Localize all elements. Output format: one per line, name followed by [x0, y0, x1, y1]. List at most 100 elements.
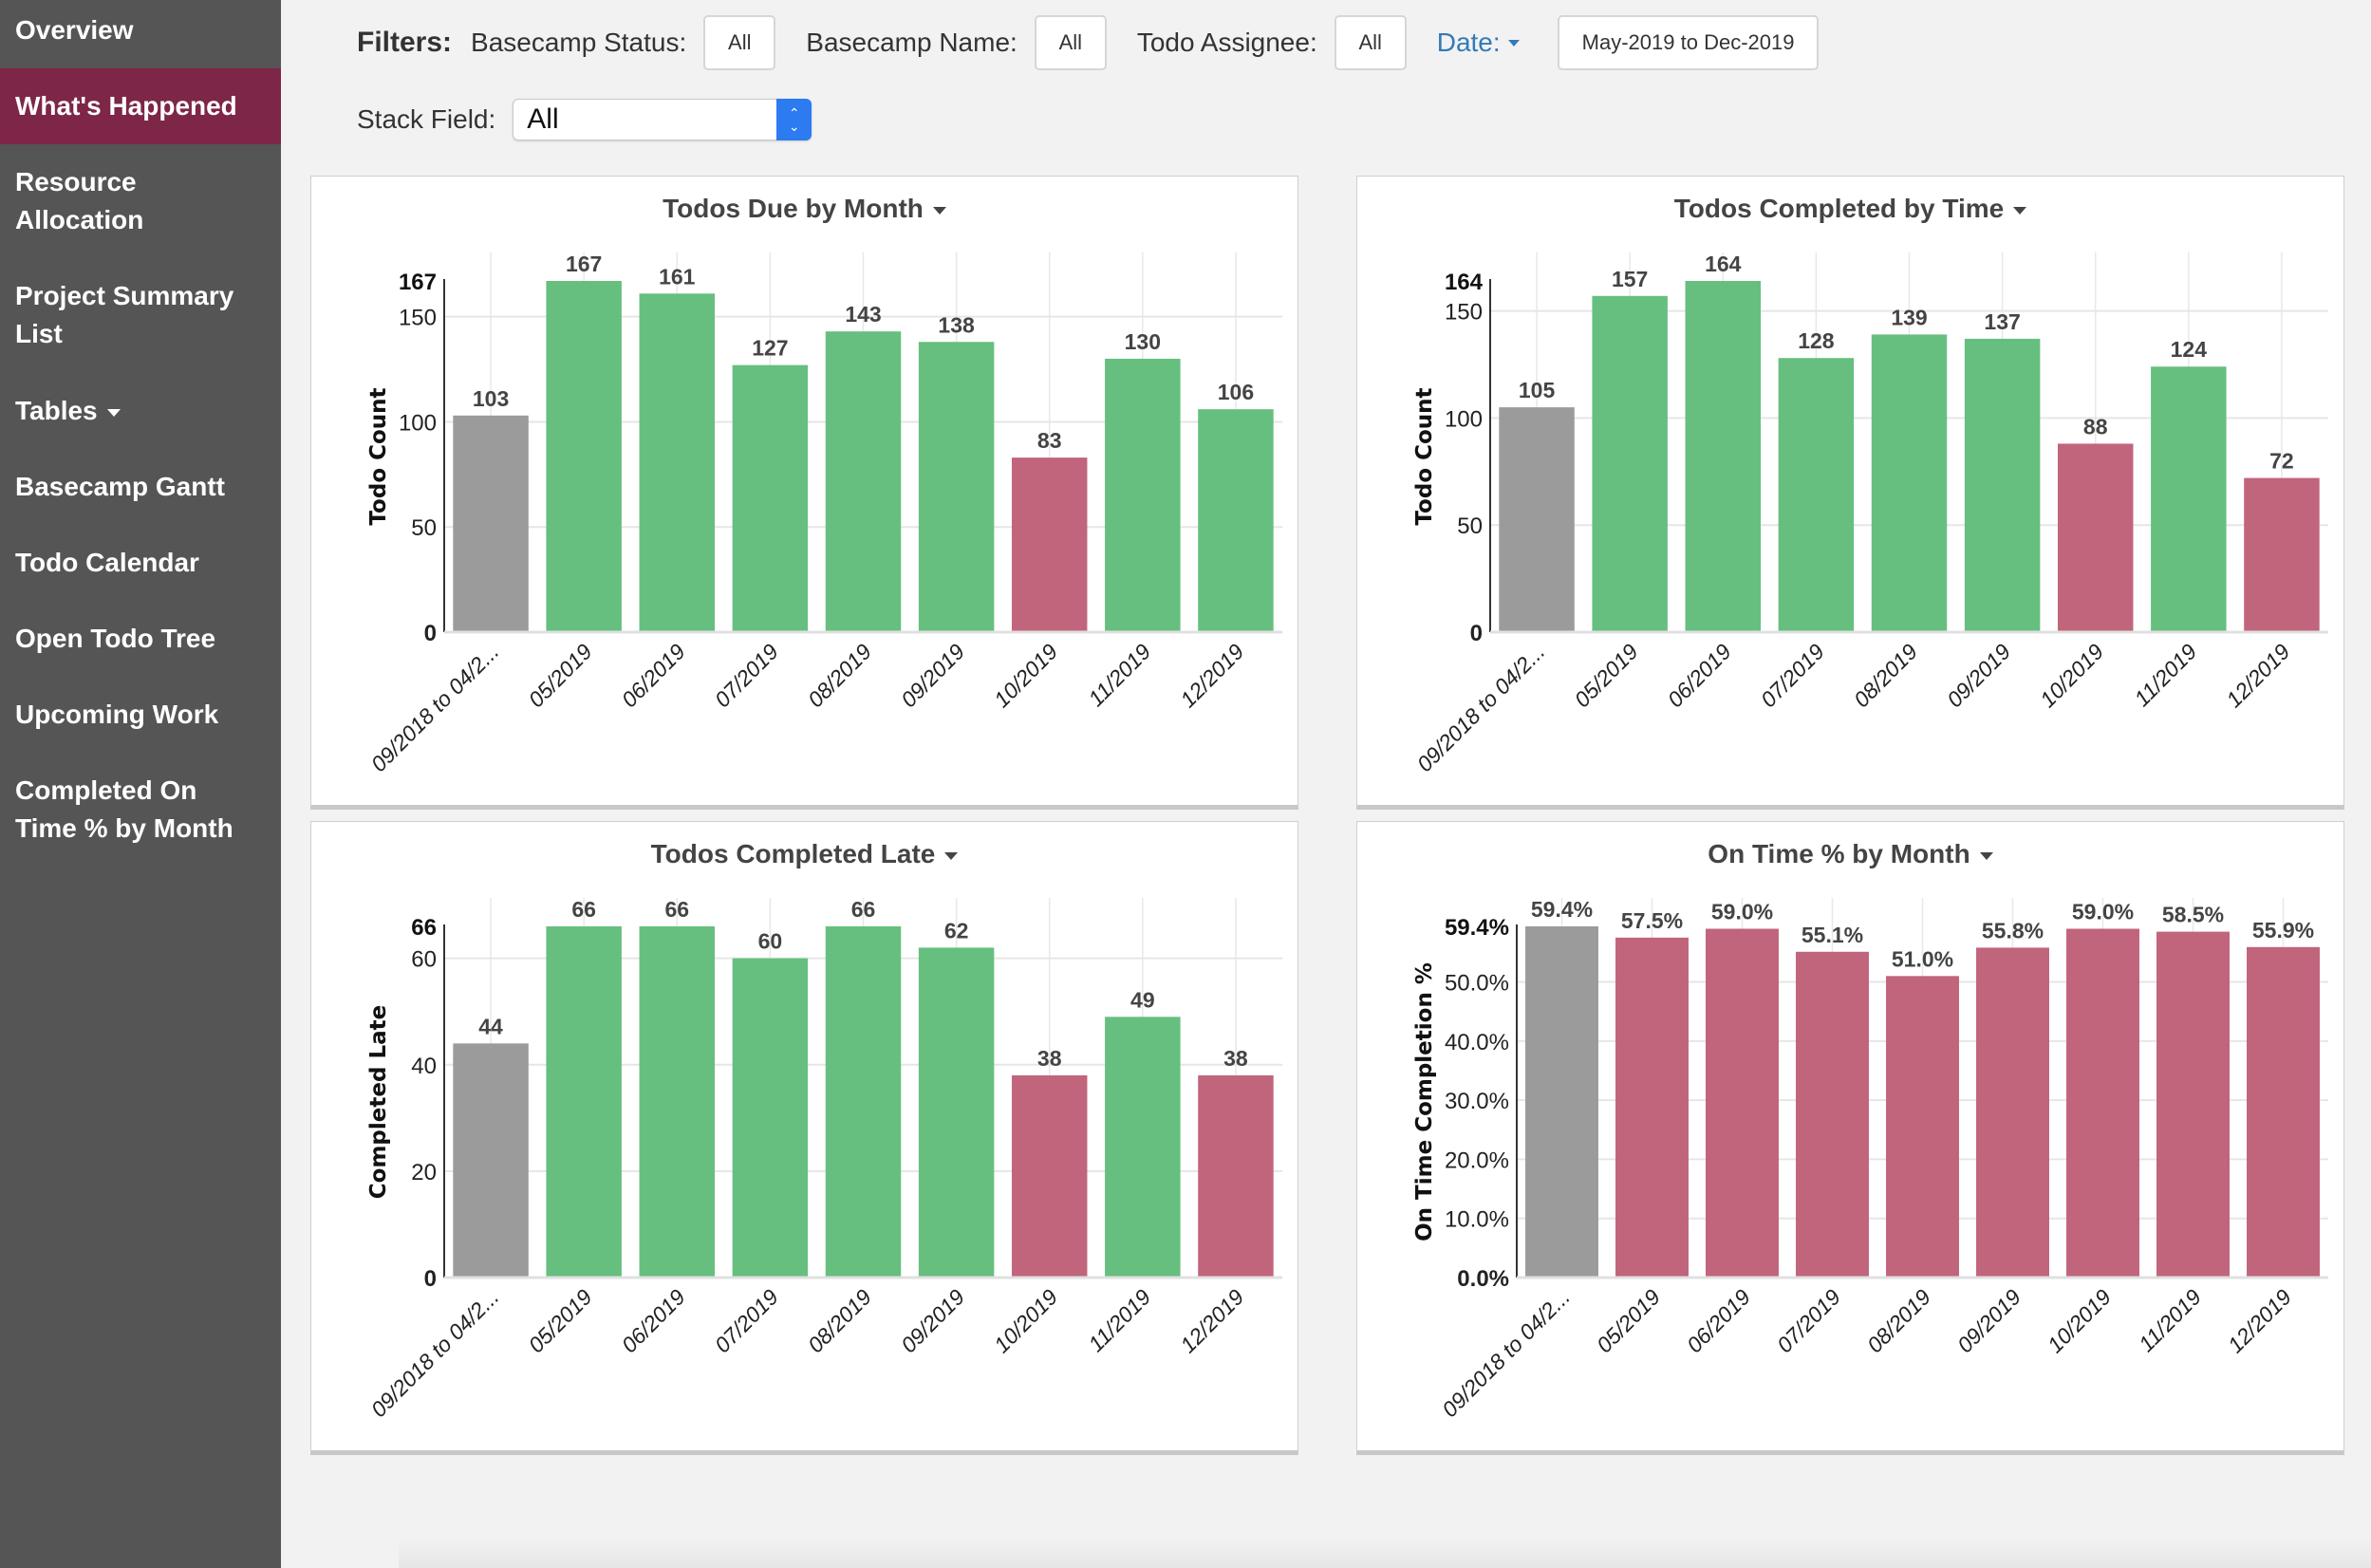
basecamp-status-filter-button[interactable]: All [703, 15, 776, 70]
y-max-label: 66 [411, 915, 437, 941]
x-tick-label: 09/2018 to 04/2... [366, 1284, 504, 1422]
bar [825, 926, 902, 1278]
sidebar-item-tables[interactable]: Tables [0, 392, 281, 430]
bar [1198, 409, 1274, 632]
chart-todos-completed-by-time: 0 50 100 150 164 105 09/2018 to 04/2... 157 05/2… [1412, 252, 2328, 776]
date-range-button[interactable]: May-2019 to Dec-2019 [1557, 15, 1820, 70]
x-tick-label: 09/2019 [896, 639, 969, 712]
sidebar-item-open-todo-tree[interactable]: Open Todo Tree [0, 620, 281, 658]
bar [1871, 334, 1948, 632]
bar-value-label: 88 [2083, 414, 2108, 439]
x-tick-label: 12/2019 [2221, 639, 2294, 712]
bar [825, 331, 902, 632]
bar-value-label: 103 [473, 386, 509, 411]
basecamp-status-label: Basecamp Status: [471, 28, 687, 57]
sidebar-item-label: Upcoming Work [15, 700, 219, 729]
y-tick-label: 40.0% [1445, 1030, 1509, 1055]
bar [2151, 366, 2227, 632]
bar-value-label: 59.0% [2072, 899, 2134, 924]
y-axis-label: Todo Count [1412, 387, 1437, 525]
bar-value-label: 57.5% [1621, 908, 1683, 933]
bar [1011, 457, 1088, 632]
bar-value-label: 44 [478, 1014, 503, 1038]
bar [546, 281, 622, 632]
x-tick-label: 10/2019 [989, 639, 1062, 712]
x-tick-label: 11/2019 [1083, 639, 1155, 711]
sidebar-item-label: Resource Allocation [15, 167, 144, 234]
bar-value-label: 164 [1705, 252, 1742, 276]
bar-value-label: 137 [1984, 309, 2020, 334]
bar-value-label: 127 [752, 336, 788, 361]
x-tick-label: 09/2019 [1942, 639, 2015, 712]
x-tick-label: 06/2019 [1663, 639, 1736, 712]
y-tick-label: 50.0% [1445, 971, 1509, 997]
sidebar-item-todo-calendar[interactable]: Todo Calendar [0, 544, 281, 582]
bar-value-label: 55.9% [2252, 918, 2314, 943]
sidebar-item-completed-on-time[interactable]: Completed On Time % by Month [0, 772, 281, 848]
bar [1499, 407, 1575, 632]
stack-field-select[interactable]: All ⌃ ⌄ [513, 99, 812, 140]
sidebar-item-overview[interactable]: Overview [0, 11, 281, 49]
bar-value-label: 66 [571, 897, 596, 922]
page-shadow [399, 1538, 2371, 1568]
x-tick-label: 05/2019 [524, 1284, 597, 1357]
x-tick-label: 12/2019 [1175, 1284, 1248, 1357]
y-tick-label: 0 [1470, 621, 1483, 646]
y-max-label: 167 [399, 270, 437, 295]
chart-todos-due-by-month: 0 50 100 150 167 103 09/2018 to 04/2... 167 05/2… [366, 252, 1282, 776]
y-tick-label: 40 [411, 1054, 437, 1079]
sidebar: Overview What's Happened Resource Alloca… [0, 0, 281, 1568]
filter-bar: Filters: Basecamp Status: All Basecamp N… [357, 0, 1849, 85]
date-filter-dropdown[interactable]: Date: [1437, 28, 1520, 58]
y-tick-label: 0 [424, 1266, 437, 1292]
y-tick-label: 0 [424, 621, 437, 646]
x-tick-label: 11/2019 [1083, 1284, 1155, 1356]
bar [2247, 946, 2320, 1278]
bar [1011, 1074, 1088, 1278]
sidebar-item-label: Completed On Time % by Month [15, 775, 233, 843]
sidebar-item-resource-allocation[interactable]: Resource Allocation [0, 163, 281, 239]
stack-field-label: Stack Field: [357, 104, 496, 134]
bar [1105, 1017, 1181, 1278]
bar [546, 926, 622, 1278]
y-tick-label: 50 [1457, 513, 1483, 539]
todo-assignee-filter-button[interactable]: All [1334, 15, 1407, 70]
x-tick-label: 07/2019 [1772, 1284, 1845, 1357]
bar [1964, 338, 2041, 632]
sidebar-item-whats-happened[interactable]: What's Happened [0, 68, 281, 144]
sidebar-item-project-summary-list[interactable]: Project Summary List [0, 277, 281, 353]
basecamp-name-filter-button[interactable]: All [1034, 15, 1107, 70]
bar [639, 293, 716, 632]
bar-value-label: 83 [1037, 428, 1062, 453]
chevron-down-icon [106, 408, 121, 417]
y-axis-label: On Time Completion % [1412, 962, 1437, 1241]
y-tick-label: 150 [1445, 300, 1483, 326]
chevron-down-icon [1507, 39, 1520, 47]
x-tick-label: 09/2018 to 04/2... [1412, 639, 1550, 776]
bar-value-label: 72 [2269, 449, 2294, 474]
chart-on-time-percent: 0.0% 10.0% 20.0% 30.0% 40.0% 50.0% 59.4% 59.4% 0… [1412, 897, 2328, 1422]
bar-value-label: 167 [566, 252, 602, 276]
sidebar-item-upcoming-work[interactable]: Upcoming Work [0, 696, 281, 734]
bar-value-label: 51.0% [1892, 946, 1953, 971]
bar-value-label: 66 [851, 897, 876, 922]
x-tick-label: 12/2019 [2223, 1284, 2296, 1357]
x-tick-label: 08/2019 [803, 1284, 876, 1357]
basecamp-name-label: Basecamp Name: [806, 28, 1017, 57]
bar-value-label: 157 [1612, 267, 1648, 291]
chart-todos-completed-late: 0 20 40 60 66 44 09/2018 to 04/2... 66 05/2019 66… [366, 897, 1282, 1422]
bar [453, 415, 529, 632]
bar [2057, 443, 2134, 632]
x-tick-label: 08/2019 [1862, 1284, 1935, 1357]
bar-value-label: 161 [659, 264, 696, 289]
chart-panel-todos-completed: Todos Completed by Time 0 50 100 150 164 105 0… [1356, 176, 2344, 810]
bar [2066, 928, 2139, 1278]
bar-value-label: 55.8% [1982, 918, 2044, 943]
stack-field-value: All [527, 103, 559, 135]
bar-value-label: 66 [664, 897, 689, 922]
sidebar-item-basecamp-gantt[interactable]: Basecamp Gantt [0, 468, 281, 506]
bar-value-label: 55.1% [1802, 923, 1863, 947]
x-tick-label: 06/2019 [617, 639, 690, 712]
bar [1592, 295, 1668, 632]
x-tick-label: 11/2019 [2129, 639, 2201, 711]
